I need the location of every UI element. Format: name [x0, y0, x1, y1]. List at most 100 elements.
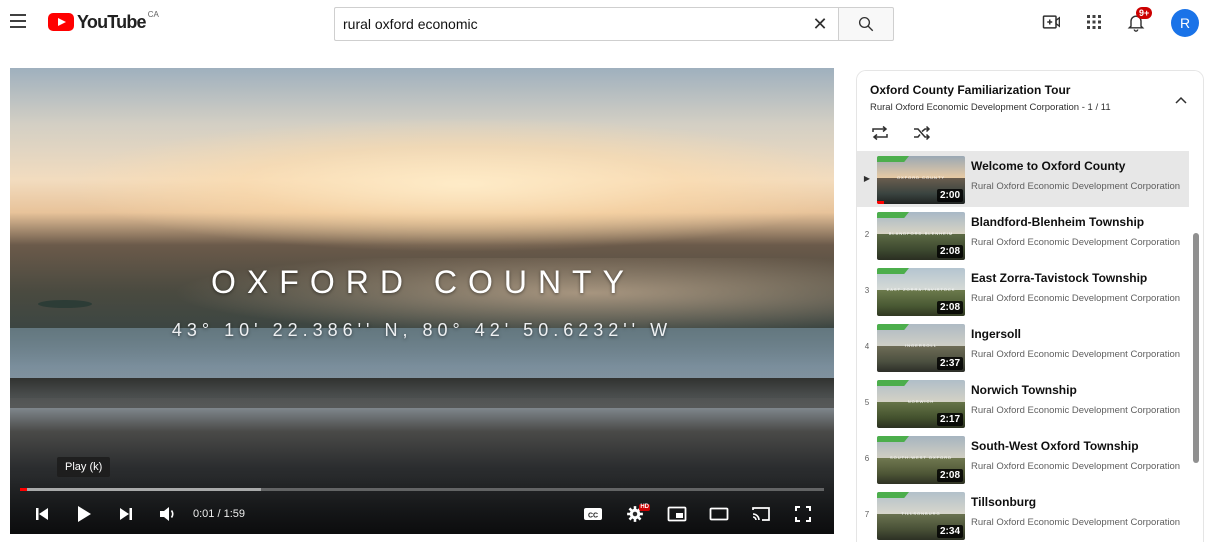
captions-button[interactable]: CC [581, 502, 605, 526]
apps-grid-icon[interactable] [1082, 10, 1106, 34]
video-overlay-title: OXFORD COUNTY [211, 264, 635, 300]
video-thumbnail: NORWICH 2:17 [877, 380, 965, 428]
video-title: Norwich Township [971, 383, 1077, 397]
playlist-item[interactable]: 7 TILLSONBURG 2:34 Tillsonburg Rural Oxf… [857, 487, 1189, 542]
video-player[interactable]: OXFORD COUNTY 43° 10' 22.386'' N, 80° 42… [10, 68, 834, 534]
video-thumbnail: SOUTH-WEST OXFORD 2:08 [877, 436, 965, 484]
playlist-item[interactable]: 2 BLANDFORD-BLENHEIM 2:08 Blandford-Blen… [857, 207, 1189, 263]
youtube-play-logo-icon [48, 13, 74, 31]
play-button[interactable] [72, 502, 96, 526]
thumbnail-caption: SOUTH-WEST OXFORD [889, 455, 953, 460]
video-create-icon[interactable] [1039, 10, 1063, 34]
playlist-index: 5 [864, 398, 870, 407]
search-bar: ✕ [334, 7, 894, 41]
playlist-header: Oxford County Familiarization Tour Rural… [857, 71, 1203, 151]
playlist-index: 6 [864, 454, 870, 463]
playlist-index: 3 [864, 286, 870, 295]
play-icon [78, 506, 91, 522]
next-button[interactable] [114, 502, 138, 526]
playlist-index: 2 [864, 230, 870, 239]
loop-icon [872, 125, 888, 141]
previous-button[interactable] [30, 502, 54, 526]
notifications-badge: 9+ [1136, 7, 1153, 19]
progress-played [20, 488, 28, 491]
cast-button[interactable] [749, 502, 773, 526]
clear-search-icon[interactable]: ✕ [810, 14, 830, 34]
miniplayer-button[interactable] [665, 502, 689, 526]
top-header: YouTube CA ✕ 9+ R [0, 0, 1207, 48]
video-duration: 2:17 [936, 413, 963, 426]
thumbnail-caption: OXFORD COUNTY [896, 175, 946, 180]
video-thumbnail: OXFORD COUNTY 2:00 [877, 156, 965, 204]
playlist-item[interactable]: 6 SOUTH-WEST OXFORD 2:08 South-West Oxfo… [857, 431, 1189, 487]
fullscreen-button[interactable] [791, 502, 815, 526]
time-display: 0:01 / 1:59 [193, 508, 245, 520]
video-duration: 2:08 [936, 245, 963, 258]
progress-bar[interactable] [20, 488, 824, 491]
video-overlay-coordinates: 43° 10' 22.386'' N, 80° 42' 50.6232'' W [171, 320, 673, 340]
shuffle-icon [914, 125, 931, 141]
playlist-item[interactable]: 5 NORWICH 2:17 Norwich Township Rural Ox… [857, 375, 1189, 431]
playlist-item[interactable]: 4 INGERSOLL 2:37 Ingersoll Rural Oxford … [857, 319, 1189, 375]
video-title: Tillsonburg [971, 495, 1037, 509]
thumbnail-caption: TILLSONBURG [901, 511, 941, 516]
channel-name: Rural Oxford Economic Development Corpor… [971, 517, 1181, 528]
playlist-collapse-button[interactable] [1171, 90, 1191, 110]
notifications-button[interactable]: 9+ [1124, 7, 1153, 34]
video-duration: 2:34 [936, 525, 963, 538]
channel-name: Rural Oxford Economic Development Corpor… [971, 349, 1181, 360]
playlist-subtitle: Rural Oxford Economic Development Corpor… [870, 102, 1111, 113]
video-title: East Zorra-Tavistock Township [971, 271, 1148, 285]
captions-icon: CC [584, 508, 602, 520]
video-thumbnail: INGERSOLL 2:37 [877, 324, 965, 372]
video-duration: 2:08 [936, 301, 963, 314]
video-duration: 2:37 [936, 357, 963, 370]
playlist-item[interactable]: 3 EAST ZORRA-TAVISTOCK 2:08 East Zorra-T… [857, 263, 1189, 319]
avatar[interactable]: R [1171, 9, 1199, 37]
hamburger-menu-icon[interactable] [8, 10, 30, 32]
miniplayer-icon [667, 506, 687, 522]
watched-progress [877, 201, 884, 204]
channel-name: Rural Oxford Economic Development Corpor… [971, 293, 1181, 304]
thumbnail-caption: BLANDFORD-BLENHEIM [888, 231, 954, 236]
playlist-scrollbar[interactable] [1193, 233, 1199, 463]
search-box: ✕ [334, 7, 838, 41]
search-input[interactable] [335, 8, 838, 40]
theater-icon [709, 507, 729, 521]
progress-buffered [20, 488, 262, 491]
svg-text:CC: CC [588, 513, 598, 520]
video-title: Blandford-Blenheim Township [971, 215, 1145, 229]
thumbnail-caption: INGERSOLL [905, 343, 937, 348]
thumbnail-caption: NORWICH [907, 399, 935, 404]
logo-text: YouTube [77, 11, 147, 32]
search-icon [858, 16, 874, 32]
scene-shore [10, 378, 834, 408]
hd-badge: HD [639, 504, 650, 511]
playlist-index: 4 [864, 342, 870, 351]
now-playing-indicator: ▶ [863, 174, 871, 183]
search-button[interactable] [838, 7, 894, 41]
video-title: South-West Oxford Township [971, 439, 1139, 453]
shuffle-playlist-button[interactable] [911, 123, 933, 143]
thumbnail-caption: EAST ZORRA-TAVISTOCK [886, 287, 956, 292]
playlist-panel: Oxford County Familiarization Tour Rural… [856, 70, 1204, 542]
volume-button[interactable] [156, 502, 180, 526]
loop-playlist-button[interactable] [869, 123, 891, 143]
playlist-items: ▶ OXFORD COUNTY 2:00 Welcome to Oxford C… [857, 151, 1203, 542]
playlist-title[interactable]: Oxford County Familiarization Tour [870, 83, 1070, 97]
video-thumbnail: EAST ZORRA-TAVISTOCK 2:08 [877, 268, 965, 316]
youtube-logo[interactable]: YouTube CA [48, 9, 159, 33]
scene-islet [38, 300, 92, 308]
channel-name: Rural Oxford Economic Development Corpor… [971, 181, 1181, 192]
channel-name: Rural Oxford Economic Development Corpor… [971, 405, 1181, 416]
video-duration: 2:08 [936, 469, 963, 482]
theater-mode-button[interactable] [707, 502, 731, 526]
settings-button[interactable]: HD [623, 502, 650, 526]
video-title: Welcome to Oxford County [971, 159, 1126, 173]
logo-country-code: CA [147, 9, 159, 19]
channel-name: Rural Oxford Economic Development Corpor… [971, 461, 1181, 472]
cast-icon [752, 507, 770, 521]
fullscreen-icon [795, 506, 811, 522]
playlist-item[interactable]: ▶ OXFORD COUNTY 2:00 Welcome to Oxford C… [857, 151, 1189, 207]
channel-name: Rural Oxford Economic Development Corpor… [971, 237, 1181, 248]
